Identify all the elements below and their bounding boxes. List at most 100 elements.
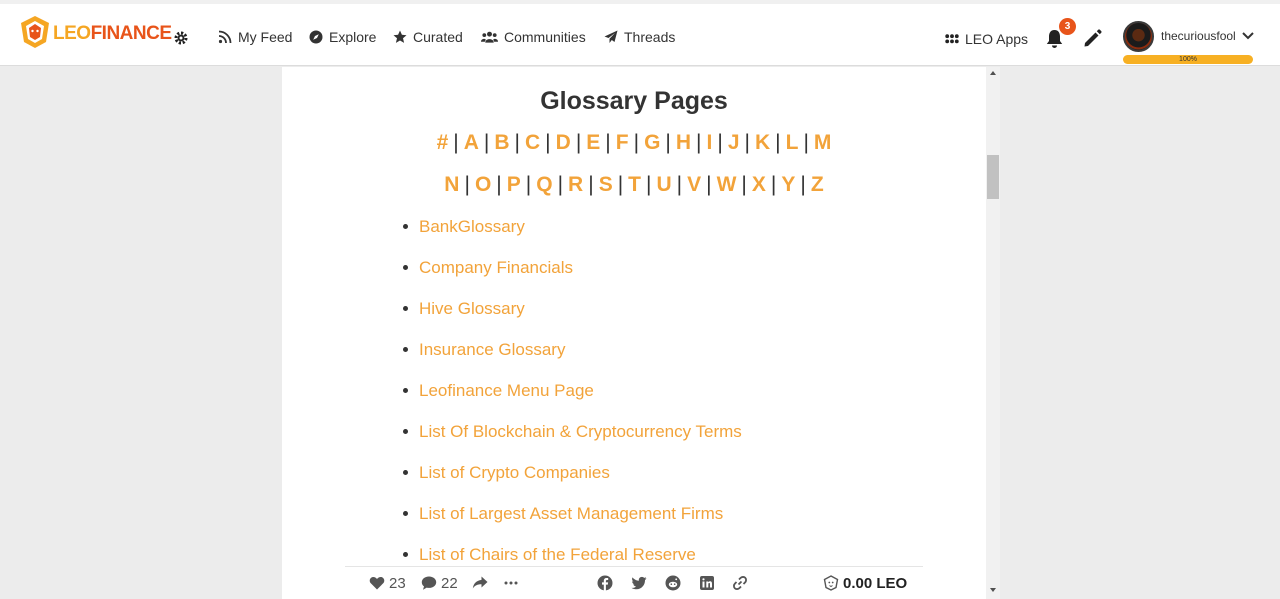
- leo-apps-button[interactable]: LEO Apps: [945, 31, 1028, 47]
- bullet-icon: [403, 265, 408, 270]
- glossary-link[interactable]: List of Chairs of the Federal Reserve: [419, 545, 696, 564]
- glossary-list: BankGlossary Company Financials Hive Gloss…: [403, 214, 742, 583]
- bullet-icon: [403, 511, 408, 516]
- letter-separator: |: [545, 131, 551, 154]
- more-options-button[interactable]: [503, 575, 519, 591]
- letter-link-f[interactable]: F: [616, 131, 629, 154]
- letter-separator: |: [717, 131, 723, 154]
- reddit-share-button[interactable]: [665, 575, 681, 591]
- letter-link-s[interactable]: S: [599, 173, 613, 196]
- chevron-down-icon[interactable]: [1242, 31, 1254, 40]
- letter-separator: |: [775, 131, 781, 154]
- like-button[interactable]: 23: [369, 575, 406, 592]
- payout-amount: 0.00 LEO: [843, 574, 908, 592]
- nav-threads[interactable]: Threads: [604, 29, 675, 45]
- letter-link-hash[interactable]: #: [437, 131, 449, 154]
- scroll-up-arrow-icon[interactable]: [990, 71, 996, 75]
- glossary-link[interactable]: BankGlossary: [419, 217, 525, 236]
- twitter-share-button[interactable]: [631, 575, 647, 591]
- like-count: 23: [389, 574, 406, 592]
- letter-link-l[interactable]: L: [786, 131, 799, 154]
- notification-badge[interactable]: 3: [1059, 18, 1076, 35]
- share-arrow-icon: [472, 576, 488, 589]
- letter-link-i[interactable]: I: [707, 131, 713, 154]
- comment-count: 22: [441, 574, 458, 592]
- letter-link-x[interactable]: X: [752, 173, 766, 196]
- letter-link-u[interactable]: U: [656, 173, 671, 196]
- letter-link-a[interactable]: A: [464, 131, 479, 154]
- gear-icon[interactable]: [173, 30, 189, 46]
- letter-separator: |: [557, 173, 564, 196]
- compass-icon: [309, 30, 323, 44]
- letter-link-y[interactable]: Y: [781, 173, 795, 196]
- nav-curated[interactable]: Curated: [393, 29, 463, 45]
- payout-display[interactable]: 0.00 LEO: [823, 575, 907, 592]
- glossary-link[interactable]: Insurance Glossary: [419, 340, 565, 359]
- heart-icon: [369, 577, 385, 590]
- letter-separator: |: [575, 131, 582, 154]
- username-label[interactable]: thecuriousfool: [1161, 29, 1236, 43]
- letter-link-r[interactable]: R: [568, 173, 583, 196]
- facebook-share-button[interactable]: [597, 575, 613, 591]
- glossary-link[interactable]: List Of Blockchain & Cryptocurrency Term…: [419, 422, 742, 441]
- letter-separator: |: [665, 131, 671, 154]
- letter-link-q[interactable]: Q: [536, 173, 552, 196]
- avatar[interactable]: [1123, 21, 1154, 52]
- list-item: Company Financials: [403, 255, 742, 296]
- letter-separator: |: [744, 131, 750, 154]
- letter-separator: |: [453, 131, 459, 154]
- glossary-link[interactable]: Leofinance Menu Page: [419, 381, 594, 400]
- letter-link-b[interactable]: B: [494, 131, 509, 154]
- leo-apps-label: LEO Apps: [965, 31, 1029, 47]
- letter-link-w[interactable]: W: [717, 173, 737, 196]
- brand-name[interactable]: LEOFINANCE: [53, 23, 172, 45]
- letter-link-j[interactable]: J: [728, 131, 740, 154]
- letter-separator: |: [646, 173, 652, 196]
- leo-token-icon: [823, 575, 839, 591]
- comment-icon: [421, 576, 437, 590]
- pencil-icon[interactable]: [1083, 29, 1102, 48]
- letter-link-g[interactable]: G: [644, 131, 660, 154]
- top-navigation-bar: LEOFINANCE My Feed Explore Curated Commu…: [0, 0, 1280, 66]
- grid-icon: [945, 34, 959, 44]
- post-footer-bar: 23 22 0.00 LEO: [345, 566, 923, 599]
- letter-separator: |: [741, 173, 747, 196]
- scrollbar-thumb[interactable]: [987, 155, 999, 199]
- letter-link-p[interactable]: P: [507, 173, 521, 196]
- glossary-link[interactable]: List of Crypto Companies: [419, 463, 610, 482]
- letter-link-d[interactable]: D: [556, 131, 571, 154]
- letter-link-t[interactable]: T: [628, 173, 641, 196]
- glossary-link[interactable]: Company Financials: [419, 258, 573, 277]
- share-button[interactable]: [472, 575, 488, 591]
- content-panel: Glossary Pages # | A | B | C | D | E | F | G | H | I | J | K | L…: [282, 67, 986, 599]
- glossary-link[interactable]: List of Largest Asset Management Firms: [419, 504, 723, 523]
- nav-my-feed[interactable]: My Feed: [218, 29, 292, 45]
- letter-separator: |: [588, 173, 594, 196]
- letter-link-c[interactable]: C: [525, 131, 540, 154]
- letter-link-v[interactable]: V: [687, 173, 701, 196]
- leo-lion-logo-icon[interactable]: [19, 15, 51, 49]
- letter-link-m[interactable]: M: [814, 131, 832, 154]
- scrollbar[interactable]: [986, 67, 1000, 599]
- letter-link-o[interactable]: O: [475, 173, 491, 196]
- letter-separator: |: [800, 173, 806, 196]
- letter-separator: |: [525, 173, 532, 196]
- scroll-down-arrow-icon[interactable]: [990, 588, 996, 592]
- letter-link-e[interactable]: E: [586, 131, 600, 154]
- copy-link-button[interactable]: [732, 575, 748, 591]
- comment-button[interactable]: 22: [421, 575, 458, 592]
- letter-link-z[interactable]: Z: [811, 173, 824, 196]
- letter-link-h[interactable]: H: [676, 131, 691, 154]
- letter-link-k[interactable]: K: [755, 131, 770, 154]
- nav-explore[interactable]: Explore: [309, 29, 376, 45]
- nav-label: Communities: [504, 29, 586, 45]
- linkedin-share-button[interactable]: [699, 575, 715, 591]
- linkedin-icon: [700, 576, 714, 590]
- glossary-link[interactable]: Hive Glossary: [419, 299, 525, 318]
- letter-link-n[interactable]: N: [444, 173, 459, 196]
- letter-separator: |: [496, 173, 502, 196]
- bullet-icon: [403, 347, 408, 352]
- bullet-icon: [403, 306, 408, 311]
- paper-plane-icon: [604, 30, 618, 43]
- nav-communities[interactable]: Communities: [481, 29, 586, 45]
